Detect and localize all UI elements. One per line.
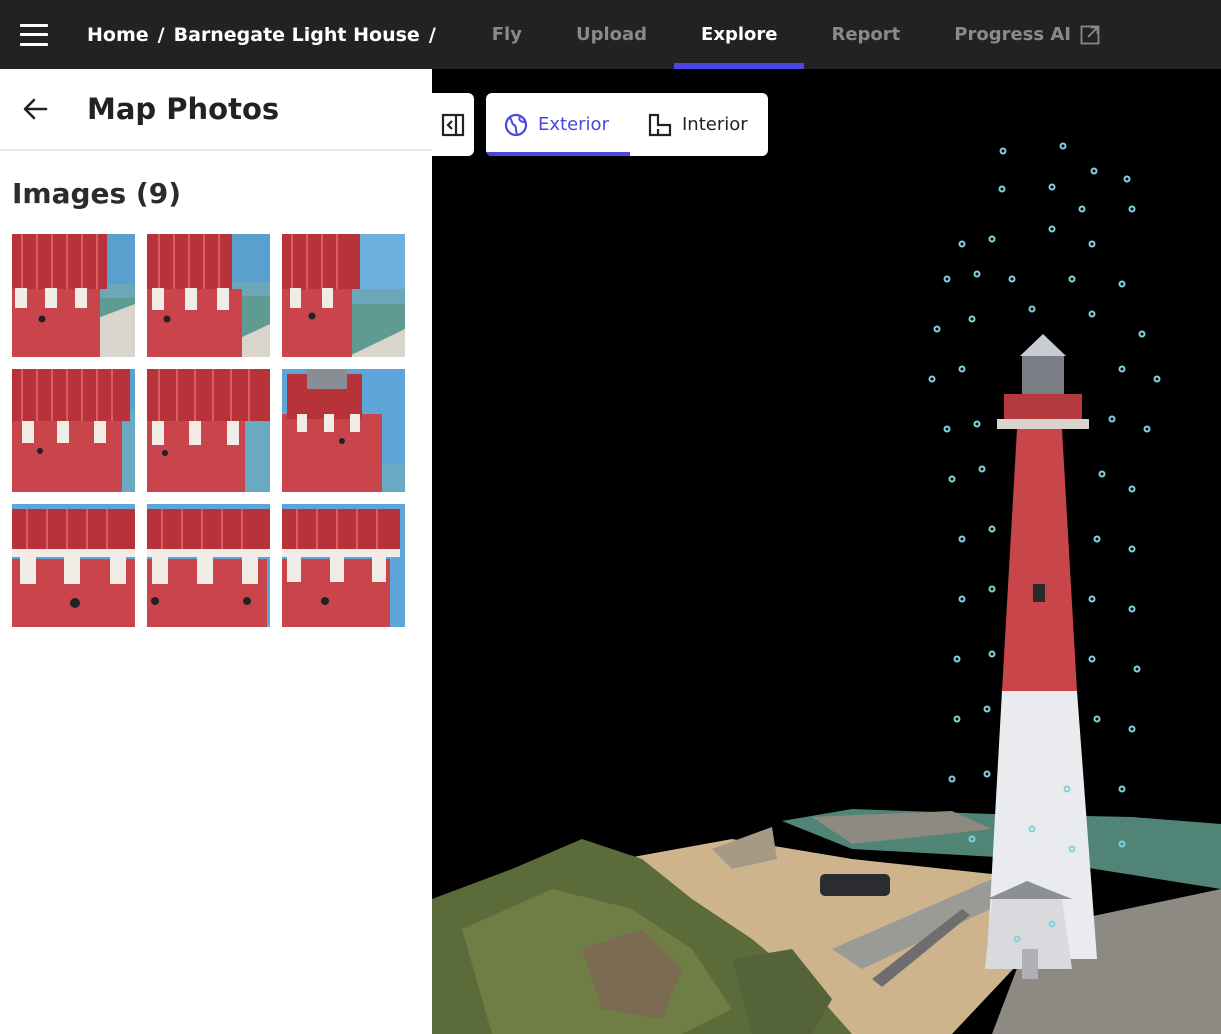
tab-progress-ai-label: Progress AI (954, 24, 1072, 45)
menu-icon[interactable] (0, 0, 68, 69)
lighthouse-photo-image (147, 504, 270, 627)
tab-explore-label: Explore (701, 24, 778, 45)
external-link-icon (1080, 25, 1100, 44)
tab-explore[interactable]: Explore (674, 0, 805, 69)
images-heading: Images (9) (12, 177, 182, 210)
breadcrumb: Home / Barnegate Light House / (87, 24, 445, 46)
breadcrumb-separator: / (428, 23, 436, 46)
lighthouse-photo-image (282, 504, 405, 627)
arrow-left-icon (23, 98, 48, 120)
photo-thumbnail[interactable] (12, 234, 135, 357)
lighthouse-3d-model[interactable] (432, 69, 1221, 1034)
3d-viewer[interactable]: Exterior Interior (432, 69, 1221, 1034)
tab-progress-ai[interactable]: Progress AI (927, 0, 1127, 69)
interior-label: Interior (682, 114, 748, 135)
lighthouse-photo-image (147, 234, 270, 357)
tab-fly-label: Fly (491, 24, 522, 45)
photo-thumbnail[interactable] (12, 369, 135, 492)
map-photos-panel: Map Photos Images (9) (0, 69, 432, 1034)
collapse-panel-button[interactable] (432, 93, 474, 156)
breadcrumb-home[interactable]: Home (87, 24, 149, 46)
breadcrumb-separator: / (157, 23, 165, 46)
tab-upload-label: Upload (575, 24, 648, 45)
photo-thumbnail[interactable] (282, 369, 405, 492)
lighthouse-photo-image (282, 369, 405, 492)
image-grid (12, 234, 405, 627)
photo-thumbnail[interactable] (282, 504, 405, 627)
panel-header: Map Photos (0, 69, 432, 151)
tab-report-label: Report (831, 24, 901, 45)
photo-thumbnail[interactable] (282, 234, 405, 357)
lighthouse-photo-image (282, 234, 405, 357)
lighthouse-photo-image (12, 234, 135, 357)
view-mode-toggle: Exterior Interior (486, 93, 768, 156)
exterior-view-button[interactable]: Exterior (486, 93, 630, 156)
sidebar-collapse-icon (441, 113, 465, 136)
breadcrumb-project[interactable]: Barnegate Light House (174, 24, 420, 46)
floorplan-icon (648, 113, 672, 136)
lighthouse-photo-image (12, 369, 135, 492)
photo-thumbnail[interactable] (147, 369, 270, 492)
top-navigation-bar: Home / Barnegate Light House / Fly Uploa… (0, 0, 1221, 69)
lighthouse-photo-image (12, 504, 135, 627)
panel-title: Map Photos (87, 92, 280, 126)
photo-thumbnail[interactable] (12, 504, 135, 627)
globe-icon (504, 113, 528, 136)
photo-thumbnail[interactable] (147, 504, 270, 627)
exterior-label: Exterior (538, 114, 609, 135)
tab-fly[interactable]: Fly (465, 0, 549, 69)
tab-report[interactable]: Report (804, 0, 927, 69)
back-button[interactable] (0, 68, 70, 150)
interior-view-button[interactable]: Interior (630, 93, 766, 156)
lighthouse-photo-image (147, 369, 270, 492)
tab-upload[interactable]: Upload (549, 0, 674, 69)
photo-thumbnail[interactable] (147, 234, 270, 357)
main-tabs: Fly Upload Explore Report Progress AI (465, 0, 1127, 69)
